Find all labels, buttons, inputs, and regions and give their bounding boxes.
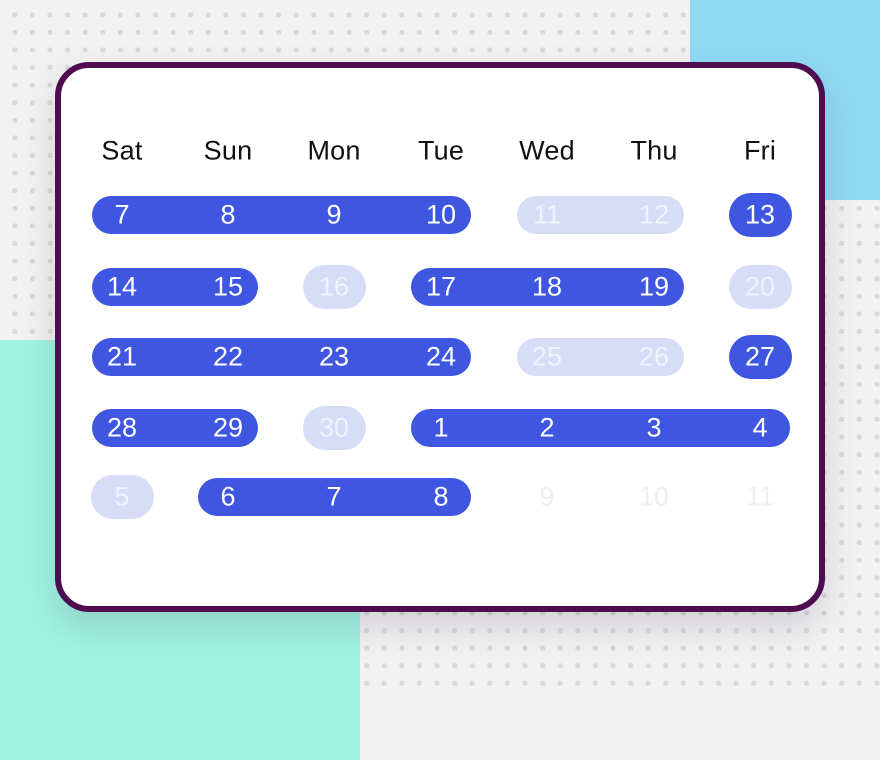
- calendar-day-pill[interactable]: 14 15: [92, 268, 258, 306]
- calendar-day-number: 21: [106, 341, 138, 372]
- calendar-day-number: 14: [106, 271, 138, 302]
- weekday-label-sat: Sat: [101, 135, 143, 166]
- calendar-day-pill[interactable]: 25 26: [517, 338, 684, 376]
- calendar-day-number: 18: [531, 271, 563, 302]
- weekday-label-thu: Thu: [630, 135, 678, 166]
- calendar-day-number: 30: [318, 412, 350, 443]
- calendar-week-row: 14 15 16 17 18 19 20: [61, 264, 819, 310]
- calendar-day-pill[interactable]: 27: [728, 335, 792, 379]
- calendar-day-pill[interactable]: 5: [90, 475, 154, 519]
- calendar-week-row: 5 6 7 8 9 10 11: [61, 474, 819, 520]
- calendar-day-number: 20: [744, 271, 776, 302]
- calendar-day-pill[interactable]: 28 29: [92, 409, 258, 447]
- calendar-day-number: 12: [638, 199, 670, 230]
- calendar-day-pill[interactable]: 13: [728, 193, 792, 237]
- weekday-label-mon: Mon: [307, 135, 361, 166]
- calendar-day-number: 7: [114, 199, 130, 230]
- weekday-label-fri: Fri: [743, 135, 777, 166]
- calendar-day-number: 7: [326, 481, 342, 512]
- calendar-day-number: 1: [433, 412, 449, 443]
- calendar-day-number: 13: [744, 199, 776, 230]
- calendar-day-number: 26: [638, 341, 670, 372]
- calendar-day-number: 5: [114, 481, 130, 512]
- calendar-day-number: 17: [425, 271, 457, 302]
- calendar-day-pill[interactable]: 30: [302, 406, 366, 450]
- calendar-week-row: 21 22 23 24 25 26 27: [61, 334, 819, 380]
- calendar-day-number: 2: [539, 412, 555, 443]
- calendar-day-number: 9: [326, 199, 342, 230]
- calendar-day-pill[interactable]: 6 7 8: [198, 478, 471, 516]
- calendar-day-pill[interactable]: 21 22 23 24: [92, 338, 471, 376]
- calendar-day-pill[interactable]: 17 18 19: [411, 268, 684, 306]
- calendar-day-number: 9: [539, 481, 555, 512]
- calendar-day-number: 10: [425, 199, 457, 230]
- weekday-label-tue: Tue: [417, 135, 465, 166]
- calendar-day-number: 11: [745, 481, 775, 512]
- calendar-day-pill[interactable]: 11 12: [517, 196, 684, 234]
- calendar-week-row: 28 29 30 1 2 3 4: [61, 405, 819, 451]
- calendar-day-number: 19: [638, 271, 670, 302]
- calendar-day-number: 8: [433, 481, 449, 512]
- weekday-label-sun: Sun: [203, 135, 253, 166]
- calendar-day-number: 3: [646, 412, 662, 443]
- calendar-day-number: 29: [212, 412, 244, 443]
- calendar-day-number: 16: [318, 271, 350, 302]
- weekday-label-wed: Wed: [519, 135, 575, 166]
- calendar-day-pill[interactable]: 16: [302, 265, 366, 309]
- calendar-day-pill[interactable]: 7 8 9 10: [92, 196, 471, 234]
- calendar-day-number: 23: [318, 341, 350, 372]
- calendar-day-number: 11: [532, 199, 562, 230]
- calendar-day-pill[interactable]: 1 2 3 4: [411, 409, 790, 447]
- calendar-day-number: 8: [220, 199, 236, 230]
- calendar-day-pill[interactable]: 20: [728, 265, 792, 309]
- calendar-day-number: 15: [212, 271, 244, 302]
- calendar-day-number: 25: [531, 341, 563, 372]
- calendar-day-number: 28: [106, 412, 138, 443]
- calendar-day-number: 24: [425, 341, 457, 372]
- calendar-day-group-inactive: 9 10 11: [517, 478, 790, 516]
- calendar-day-number: 10: [638, 481, 670, 512]
- calendar-day-number: 27: [744, 341, 776, 372]
- calendar-day-number: 22: [212, 341, 244, 372]
- calendar-day-number: 6: [220, 481, 236, 512]
- calendar-day-number: 4: [752, 412, 768, 443]
- calendar-week-row: 7 8 9 10 11 12 13: [61, 192, 819, 238]
- calendar-card: Sat Sun Mon Tue Wed Thu Fri 7 8 9 10 11 12 13 14 15 16 1…: [55, 62, 825, 612]
